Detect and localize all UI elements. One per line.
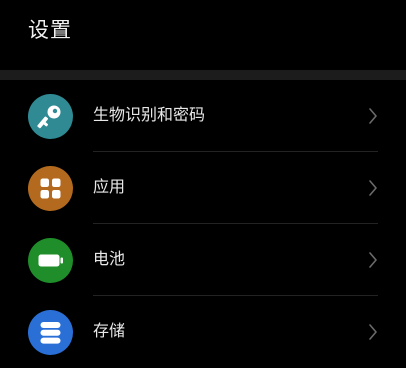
settings-item-label: 存储 [93,321,126,340]
chevron-right-icon [368,251,378,269]
settings-item-biometrics-password[interactable]: 生物识别和密码 [0,80,406,152]
chevron-right-icon [368,179,378,197]
storage-icon [28,310,73,355]
settings-item-apps[interactable]: 应用 [0,152,406,224]
apps-grid-icon [28,166,73,211]
battery-icon [28,238,73,283]
chevron-right-icon [368,323,378,341]
settings-item-label: 应用 [93,177,126,196]
page-title: 设置 [28,18,72,42]
header-divider [0,70,406,80]
key-icon [28,94,73,139]
settings-item-battery[interactable]: 电池 [0,224,406,296]
settings-item-label: 电池 [93,249,126,268]
chevron-right-icon [368,107,378,125]
settings-item-label: 生物识别和密码 [93,105,206,124]
settings-list: 生物识别和密码 应用 电池 存储 [0,80,406,368]
settings-item-storage[interactable]: 存储 [0,296,406,368]
